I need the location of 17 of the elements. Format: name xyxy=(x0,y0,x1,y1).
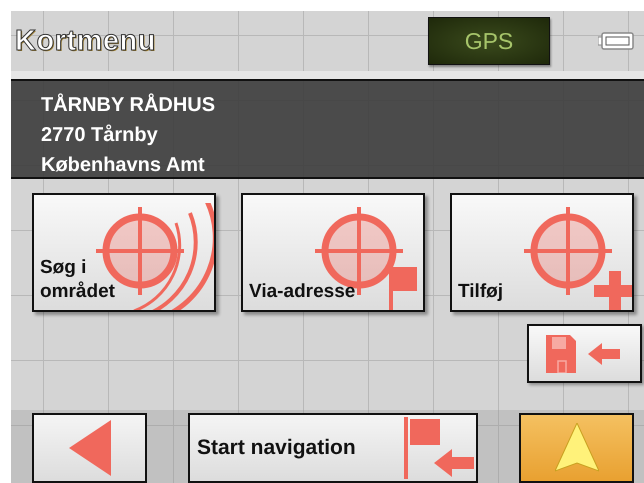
address-line: Københavns Amt xyxy=(41,153,206,178)
back-button[interactable] xyxy=(32,413,147,483)
navigate-button[interactable] xyxy=(519,413,634,483)
battery-icon xyxy=(598,32,634,50)
flag-arrow-icon xyxy=(404,417,474,479)
gps-indicator: GPS xyxy=(428,17,550,65)
save-button[interactable] xyxy=(527,324,642,383)
screen-title: Kortmenu xyxy=(15,24,156,58)
action-button[interactable]: Søg i området xyxy=(32,193,216,312)
back-arrow-icon xyxy=(68,420,110,476)
navigation-arrow-icon xyxy=(554,423,598,473)
start-navigation-button[interactable]: Start navigation xyxy=(188,413,478,483)
address-line: 2770 Tårnby xyxy=(41,123,159,148)
crosshair-plus-icon xyxy=(522,207,632,310)
action-button[interactable]: Via-adresse xyxy=(241,193,425,312)
address-line: TÅRNBY RÅDHUS xyxy=(41,92,216,118)
action-button[interactable]: Tilføj xyxy=(450,193,634,312)
